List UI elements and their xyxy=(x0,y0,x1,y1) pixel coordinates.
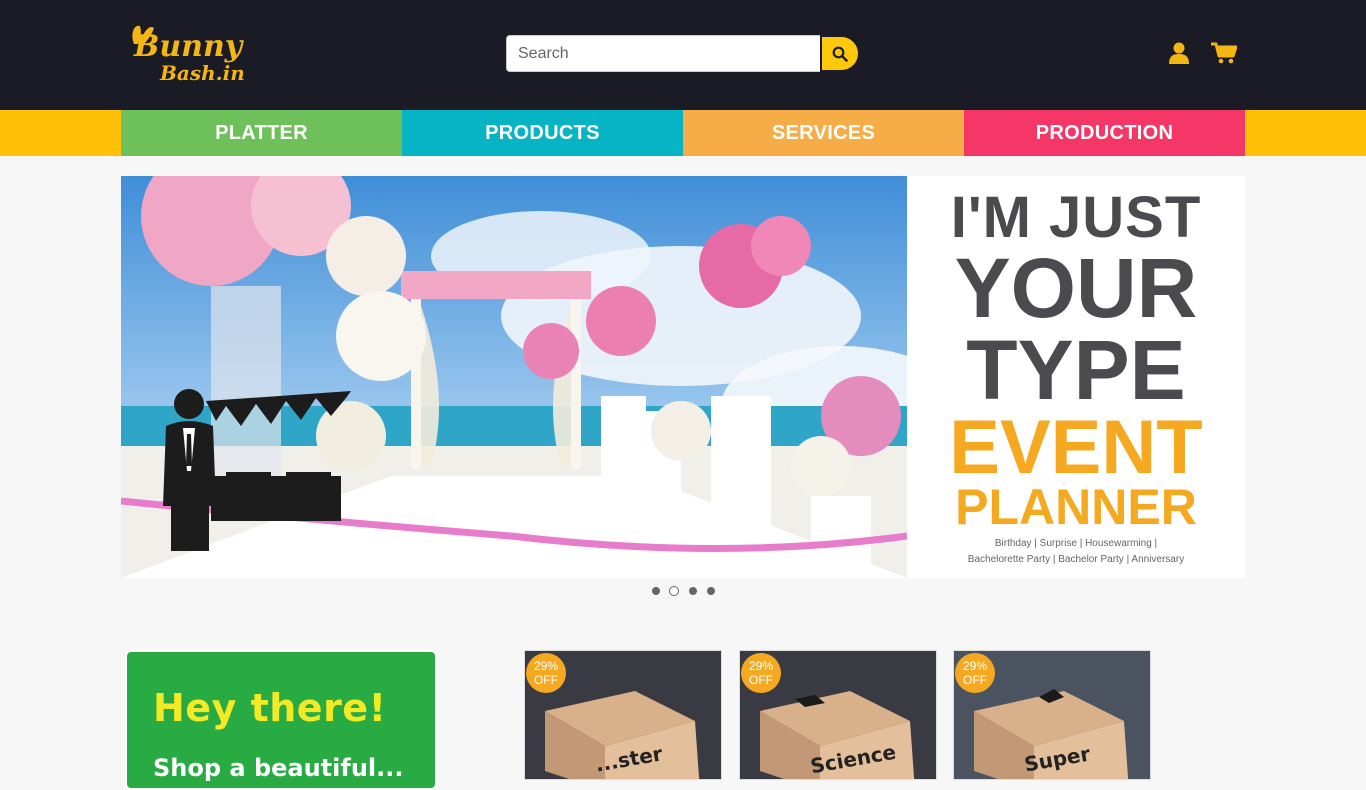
nav-products[interactable]: PRODUCTS xyxy=(402,110,683,156)
discount-badge: 29% OFF xyxy=(741,653,781,693)
discount-badge: 29% OFF xyxy=(955,653,995,693)
product-card[interactable]: 29% OFF ...ster xyxy=(524,650,722,780)
nav-platter[interactable]: PLATTER xyxy=(121,110,402,156)
search-bar xyxy=(506,35,860,72)
promo-card: Hey there! Shop a beautiful... xyxy=(125,650,437,790)
discount-badge: 29% OFF xyxy=(526,653,566,693)
bunnybash-logo[interactable]: Bunny Bash.in xyxy=(124,22,274,88)
logo-text-bunny: Bunny xyxy=(134,29,243,64)
site-header: Bunny Bash.in xyxy=(0,0,1366,110)
product-card[interactable]: 29% OFF Science xyxy=(739,650,937,780)
search-icon xyxy=(832,46,848,62)
hero-carousel[interactable]: I'M JUST YOUR TYPE EVENT PLANNER Birthda… xyxy=(121,176,1245,578)
carousel-dot-3[interactable] xyxy=(689,587,697,595)
nav-production[interactable]: PRODUCTION xyxy=(964,110,1245,156)
carousel-dot-4[interactable] xyxy=(707,587,715,595)
carousel-dot-2[interactable] xyxy=(669,586,679,596)
ad-line-5: PLANNER xyxy=(955,479,1197,535)
promo-subtitle: Shop a beautiful... xyxy=(153,754,404,782)
search-input[interactable] xyxy=(506,35,821,72)
wedding-decor-photo xyxy=(121,176,907,578)
search-button[interactable] xyxy=(820,35,860,72)
product-card[interactable]: 29% OFF Super xyxy=(953,650,1151,780)
promo-title: Hey there! xyxy=(153,686,387,730)
event-planner-ad: I'M JUST YOUR TYPE EVENT PLANNER Birthda… xyxy=(907,176,1245,578)
ad-caption-1: Birthday | Surprise | Housewarming | xyxy=(994,538,1158,549)
carousel-indicators xyxy=(650,585,720,597)
nav-services[interactable]: SERVICES xyxy=(683,110,964,156)
beach-wedding-image xyxy=(121,176,907,578)
ad-caption-2: Bachelorette Party | Bachelor Party | An… xyxy=(967,554,1185,565)
logo-text-bash: Bash.in xyxy=(160,61,245,85)
carousel-dot-1[interactable] xyxy=(652,587,660,595)
user-icon[interactable] xyxy=(1168,42,1190,64)
cart-icon[interactable] xyxy=(1211,42,1237,64)
main-navigation: PLATTER PRODUCTS SERVICES PRODUCTION xyxy=(0,110,1366,156)
